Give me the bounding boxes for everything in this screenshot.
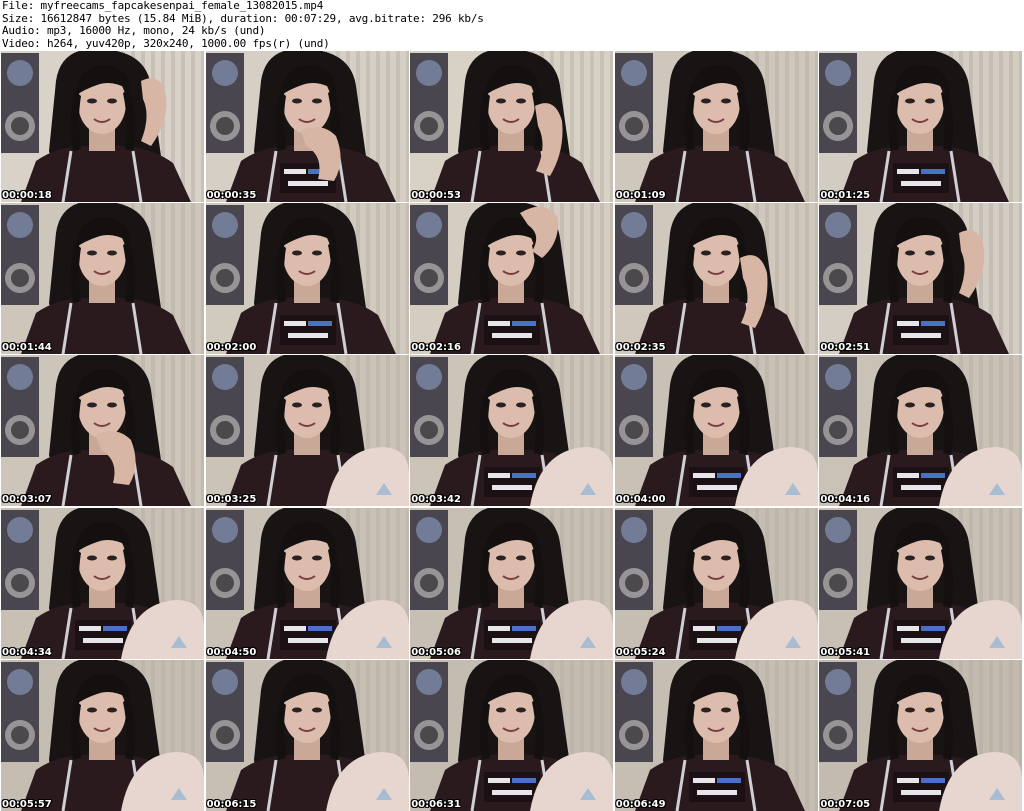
thumbnail-timestamp: 00:03:25 (206, 494, 257, 506)
thumbnail-timestamp: 00:04:00 (615, 494, 666, 506)
video-thumbnail: 00:02:35 (614, 203, 818, 355)
thumbnail-timestamp: 00:04:50 (206, 646, 257, 658)
frame-picture (614, 659, 818, 811)
video-thumbnail: 00:04:34 (1, 507, 204, 659)
video-thumbnail: 00:03:07 (1, 355, 204, 507)
thumbnail-timestamp: 00:03:07 (2, 494, 52, 506)
audio-info-line: Audio: mp3, 16000 Hz, mono, 24 kb/s (und… (2, 24, 266, 37)
video-thumbnail: 00:04:50 (205, 507, 409, 659)
frame-picture (410, 51, 614, 202)
thumbnail-timestamp: 00:01:09 (615, 190, 666, 201)
video-thumbnail: 00:02:51 (819, 203, 1023, 355)
frame-picture (410, 355, 614, 507)
frame-picture (205, 203, 409, 355)
video-thumbnail: 00:06:15 (205, 659, 409, 811)
thumbnail-timestamp: 00:04:34 (2, 646, 52, 658)
video-thumbnail: 00:07:05 (819, 659, 1023, 811)
thumbnail-timestamp: 00:02:51 (820, 342, 871, 354)
frame-picture (614, 507, 818, 659)
frame-picture (205, 355, 409, 507)
thumbnail-timestamp: 00:02:00 (206, 342, 257, 354)
frame-picture (614, 203, 818, 355)
video-thumbnail: 00:02:00 (205, 203, 409, 355)
video-thumbnail: 00:01:09 (614, 51, 818, 202)
frame-picture (614, 51, 818, 202)
video-thumbnail: 00:06:31 (410, 659, 614, 811)
thumbnail-timestamp: 00:06:15 (206, 798, 257, 810)
thumbnail-timestamp: 00:07:05 (820, 798, 871, 810)
video-thumbnail: 00:04:16 (819, 355, 1023, 507)
thumbnail-timestamp: 00:06:49 (615, 798, 666, 810)
thumbnail-timestamp: 00:03:42 (411, 494, 461, 506)
thumbnail-timestamp: 00:02:16 (411, 342, 461, 354)
thumbnail-grid: 00:00:18 00:00:35 00:00:53 00:01:09 00:01:25… (1, 51, 1023, 811)
frame-picture (410, 507, 614, 659)
video-thumbnail: 00:02:16 (410, 203, 614, 355)
file-info-header: File: myfreecams_fapcakesenpai_female_13… (2, 0, 1022, 50)
thumbnail-timestamp: 00:00:53 (411, 190, 461, 201)
thumbnail-timestamp: 00:00:35 (206, 190, 257, 201)
video-thumbnail: 00:01:44 (1, 203, 204, 355)
video-thumbnail: 00:01:25 (819, 51, 1023, 202)
frame-picture (205, 659, 409, 811)
frame-picture (614, 355, 818, 507)
video-thumbnail: 00:04:00 (614, 355, 818, 507)
file-name-line: File: myfreecams_fapcakesenpai_female_13… (2, 0, 324, 12)
video-thumbnail: 00:06:49 (614, 659, 818, 811)
video-thumbnail: 00:03:42 (410, 355, 614, 507)
frame-picture (205, 507, 409, 659)
frame-picture (410, 203, 614, 355)
frame-picture (1, 659, 204, 811)
frame-picture (1, 355, 204, 507)
video-thumbnail: 00:05:57 (1, 659, 204, 811)
frame-picture (205, 51, 409, 202)
thumbnail-timestamp: 00:06:31 (411, 798, 461, 810)
frame-picture (1, 507, 204, 659)
thumbnail-timestamp: 00:01:44 (2, 342, 52, 354)
video-info-line: Video: h264, yuv420p, 320x240, 1000.00 f… (2, 36, 330, 50)
frame-picture (819, 51, 1023, 202)
thumbnail-timestamp: 00:05:24 (615, 646, 666, 658)
thumbnail-timestamp: 00:05:57 (2, 798, 52, 810)
video-thumbnail: 00:00:35 (205, 51, 409, 202)
thumbnail-timestamp: 00:05:06 (411, 646, 461, 658)
video-thumbnail: 00:05:06 (410, 507, 614, 659)
frame-picture (819, 659, 1023, 811)
thumbnail-timestamp: 00:00:18 (2, 190, 52, 201)
frame-picture (819, 507, 1023, 659)
frame-picture (1, 51, 204, 202)
thumbnail-timestamp: 00:05:41 (820, 646, 871, 658)
video-thumbnail: 00:05:24 (614, 507, 818, 659)
frame-picture (1, 203, 204, 355)
video-thumbnail: 00:05:41 (819, 507, 1023, 659)
frame-picture (819, 355, 1023, 507)
thumbnail-timestamp: 00:04:16 (820, 494, 871, 506)
video-thumbnail: 00:00:18 (1, 51, 204, 202)
thumbnail-timestamp: 00:01:25 (820, 190, 871, 201)
video-thumbnail: 00:00:53 (410, 51, 614, 202)
frame-picture (410, 659, 614, 811)
frame-picture (819, 203, 1023, 355)
thumbnail-timestamp: 00:02:35 (615, 342, 666, 354)
video-thumbnail: 00:03:25 (205, 355, 409, 507)
